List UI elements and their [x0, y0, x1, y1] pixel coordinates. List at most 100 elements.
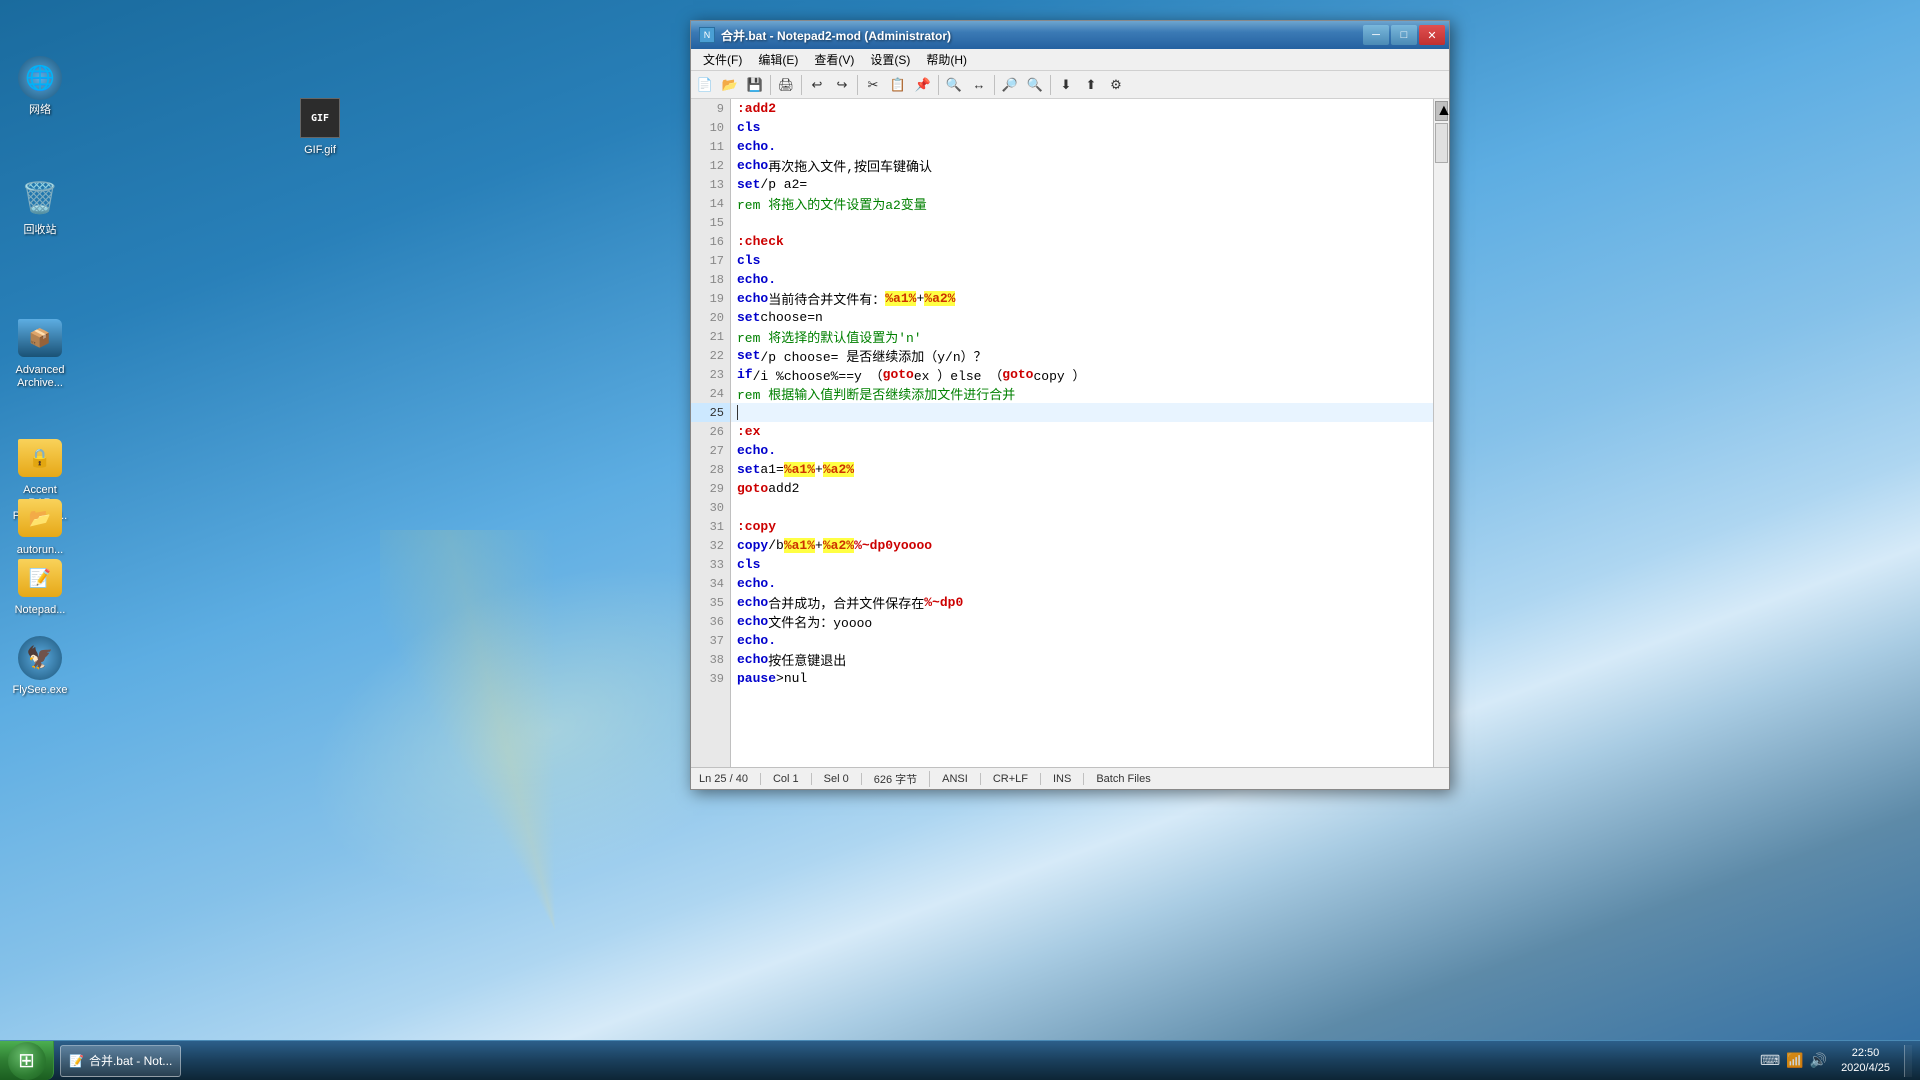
code-kw-29: goto	[737, 481, 768, 496]
start-orb: ⊞	[8, 1042, 46, 1080]
icon-label-network: 网络	[26, 102, 54, 119]
menu-help[interactable]: 帮助(H)	[918, 49, 975, 70]
ln-25: 25	[691, 403, 730, 422]
toolbar-print[interactable]: 🖨	[774, 74, 798, 96]
vertical-scrollbar[interactable]: ▲	[1433, 99, 1449, 767]
toolbar-save[interactable]: 💾	[743, 74, 767, 96]
code-content-16: :check	[737, 234, 784, 249]
code-text-19a: 当前待合并文件有：	[768, 289, 885, 308]
desktop-icon-network[interactable]: 🌐 网络	[5, 50, 75, 123]
toolbar-copy[interactable]: 📋	[886, 74, 910, 96]
code-text-23a: /i %choose%==y （	[753, 365, 883, 384]
toolbar-redo[interactable]: ↪	[830, 74, 854, 96]
toolbar-paste[interactable]: 📌	[911, 74, 935, 96]
code-content-18: echo.	[737, 272, 776, 287]
ln-37: 37	[691, 631, 730, 650]
ln-18: 18	[691, 270, 730, 289]
code-content-9: :add2	[737, 101, 776, 116]
ln-31: 31	[691, 517, 730, 536]
code-var-32c: %~dp0yoooo	[854, 538, 932, 553]
code-kw-38: echo	[737, 652, 768, 667]
toolbar-new[interactable]: 📄	[693, 74, 717, 96]
tray-volume-icon: 🔊	[1810, 1052, 1827, 1069]
toolbar-find[interactable]: 🔍	[942, 74, 966, 96]
code-line-10: cls	[731, 118, 1433, 137]
toolbar-extra1[interactable]: ⬇	[1054, 74, 1078, 96]
desktop-icon-flysee[interactable]: 🦅 FlySee.exe	[5, 630, 75, 703]
code-text-28a: a1=	[760, 462, 783, 477]
code-var-28a: %a1%	[784, 462, 815, 477]
system-tray: ⌨ 📶 🔊	[1760, 1052, 1827, 1069]
desktop-icon-gif[interactable]: GIF GIF.gif	[285, 90, 355, 163]
code-content-17: cls	[737, 253, 760, 268]
status-sel: Sel 0	[824, 773, 862, 785]
taskbar: ⊞ 📝 合并.bat - Not... ⌨ 📶 🔊 22:50 2020/4/2…	[0, 1040, 1920, 1080]
toolbar-cut[interactable]: ✂	[861, 74, 885, 96]
code-content-10: cls	[737, 120, 760, 135]
code-line-23: if /i %choose%==y （ goto ex ）else （ goto…	[731, 365, 1433, 384]
code-line-11: echo.	[731, 137, 1433, 156]
code-line-25[interactable]	[731, 403, 1433, 422]
code-line-33: cls	[731, 555, 1433, 574]
window-titlebar: N 合并.bat - Notepad2-mod (Administrator) …	[691, 21, 1449, 49]
code-line-21: rem 将选择的默认值设置为'n'	[731, 327, 1433, 346]
toolbar-extra3[interactable]: ⚙	[1104, 74, 1128, 96]
toolbar: 📄 📂 💾 🖨 ↩ ↪ ✂ 📋 📌 🔍 ↔ 🔎 🔍 ⬇ ⬆ ⚙	[691, 71, 1449, 99]
code-text-13: /p a2=	[760, 177, 807, 192]
show-desktop-button[interactable]	[1904, 1045, 1912, 1077]
code-var-35: %~dp0	[924, 595, 963, 610]
code-line-29: goto add2	[731, 479, 1433, 498]
scrollbar-up[interactable]: ▲	[1435, 101, 1448, 121]
close-button[interactable]: ✕	[1419, 25, 1445, 45]
minimize-button[interactable]: ─	[1363, 25, 1389, 45]
start-button[interactable]: ⊞	[0, 1041, 54, 1080]
ln-23: 23	[691, 365, 730, 384]
code-kw-32: copy	[737, 538, 768, 553]
clock-time: 22:50	[1852, 1046, 1880, 1060]
clock[interactable]: 22:50 2020/4/25	[1835, 1046, 1896, 1075]
menu-view[interactable]: 查看(V)	[806, 49, 862, 70]
toolbar-undo[interactable]: ↩	[805, 74, 829, 96]
toolbar-zoom-out[interactable]: 🔍	[1023, 74, 1047, 96]
code-keyword-13: set	[737, 177, 760, 192]
desktop-icon-notepad[interactable]: 📝 Notepad...	[5, 550, 75, 623]
toolbar-sep3	[857, 75, 858, 95]
menu-file[interactable]: 文件(F)	[695, 49, 750, 70]
toolbar-open[interactable]: 📂	[718, 74, 742, 96]
statusbar: Ln 25 / 40 Col 1 Sel 0 626 字节 ANSI CR+LF…	[691, 767, 1449, 789]
toolbar-sep4	[938, 75, 939, 95]
code-area[interactable]: :add2 cls echo. echo 再次拖入文件,按回车键确认 set /…	[731, 99, 1433, 767]
desktop-icon-archive[interactable]: 📦 Advanced Archive...	[5, 310, 75, 396]
toolbar-zoom-in[interactable]: 🔎	[998, 74, 1022, 96]
ln-19: 19	[691, 289, 730, 308]
ln-32: 32	[691, 536, 730, 555]
ln-34: 34	[691, 574, 730, 593]
code-line-9: :add2	[731, 99, 1433, 118]
desktop-icon-recycle[interactable]: 🗑️ 回收站	[5, 170, 75, 243]
toolbar-extra2[interactable]: ⬆	[1079, 74, 1103, 96]
ln-13: 13	[691, 175, 730, 194]
code-plus-28: +	[815, 462, 823, 477]
taskbar-item-notepad[interactable]: 📝 合并.bat - Not...	[60, 1045, 181, 1077]
window-controls: ─ □ ✕	[1363, 25, 1445, 45]
code-line-35: echo 合并成功，合并文件保存在%~dp0	[731, 593, 1433, 612]
code-text-35a: 合并成功，合并文件保存在	[768, 593, 924, 612]
menu-edit[interactable]: 编辑(E)	[750, 49, 806, 70]
code-line-20: set choose=n	[731, 308, 1433, 327]
editor-container[interactable]: 9 10 11 12 13 14 15 16 17 18 19 20 21 22…	[691, 99, 1449, 767]
desktop: 🌐 网络 🗑️ 回收站 📦 Advanced Archive... 🔒 Acce…	[0, 0, 1920, 1080]
menu-settings[interactable]: 设置(S)	[862, 49, 918, 70]
code-line-19: echo 当前待合并文件有：%a1% + %a2%	[731, 289, 1433, 308]
code-kw-19: echo	[737, 291, 768, 306]
maximize-button[interactable]: □	[1391, 25, 1417, 45]
code-content-11: echo.	[737, 139, 776, 154]
code-line-24: rem 根据输入值判断是否继续添加文件进行合并	[731, 384, 1433, 403]
scrollbar-thumb[interactable]	[1435, 123, 1448, 163]
toolbar-replace[interactable]: ↔	[967, 74, 991, 96]
window-app-icon: N	[699, 27, 715, 43]
window-title: 合并.bat - Notepad2-mod (Administrator)	[721, 27, 1357, 44]
status-encoding: ANSI	[942, 773, 981, 785]
code-kw-goto1: goto	[883, 367, 914, 382]
taskbar-right: ⌨ 📶 🔊 22:50 2020/4/25	[1752, 1041, 1920, 1080]
ln-21: 21	[691, 327, 730, 346]
